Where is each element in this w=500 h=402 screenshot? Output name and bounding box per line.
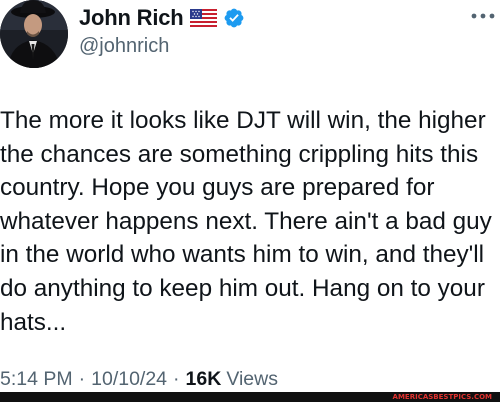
watermark-bar: AMERICASBESTPICS.COM <box>0 392 500 402</box>
tweet-date[interactable]: 10/10/24 <box>91 368 167 391</box>
us-flag-icon <box>189 9 217 27</box>
profile-photo-icon <box>0 0 68 68</box>
meta-separator: · <box>173 368 180 390</box>
views-label: Views <box>226 368 278 390</box>
author-name-row: John Rich <box>79 4 245 32</box>
tweet-text: The more it looks like DJT will win, the… <box>0 107 492 336</box>
author-display-name[interactable]: John Rich <box>79 5 184 31</box>
tweet-time[interactable]: 5:14 PM <box>0 368 73 391</box>
author-handle[interactable]: @johnrich <box>79 35 169 58</box>
watermark-text: AMERICASBESTPICS.COM <box>392 393 492 401</box>
more-horizontal-icon[interactable] <box>470 12 496 20</box>
meta-separator: · <box>78 368 86 390</box>
views-count: 16K <box>185 368 222 390</box>
tweet-meta: 5:14 PM · 10/10/24 · 16K Views <box>0 368 278 394</box>
verified-badge-icon[interactable] <box>223 7 245 29</box>
author-avatar[interactable] <box>0 0 68 68</box>
tweet-card: John Rich @johnrich The more it looks li… <box>0 0 500 402</box>
